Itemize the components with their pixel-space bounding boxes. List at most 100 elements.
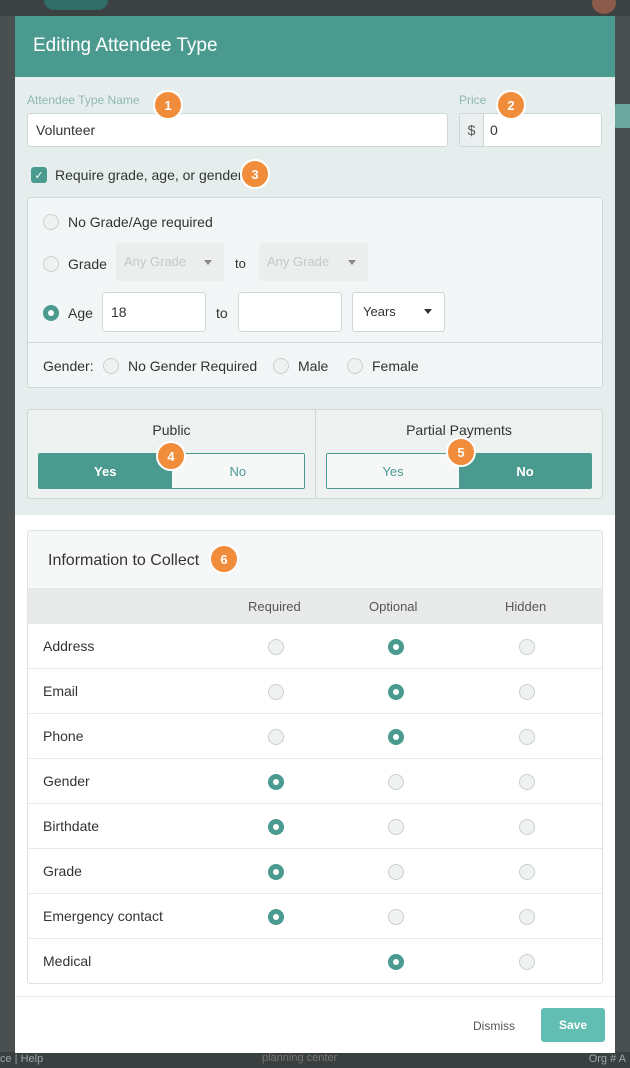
radio-hidden[interactable] <box>519 729 535 745</box>
age-from-input[interactable]: 18 <box>102 292 206 332</box>
gender-label: Gender: <box>43 358 94 374</box>
attendee-type-name-input[interactable]: Volunteer <box>27 113 448 147</box>
grade-to-label: to <box>235 256 246 271</box>
row-label: Gender <box>43 773 90 789</box>
radio-required[interactable] <box>268 639 284 655</box>
radio-optional[interactable] <box>388 684 404 700</box>
chevron-down-icon <box>348 260 356 265</box>
callout-badge-2: 2 <box>496 90 526 120</box>
table-row: Gender <box>28 759 602 804</box>
radio-optional[interactable] <box>388 774 404 790</box>
dismiss-button[interactable]: Dismiss <box>473 1019 515 1033</box>
no-grade-radio[interactable] <box>43 214 59 230</box>
radio-optional[interactable] <box>388 819 404 835</box>
price-input-group[interactable]: $ 0 <box>459 113 602 147</box>
radio-hidden[interactable] <box>519 954 535 970</box>
gender-radio-male[interactable] <box>273 358 289 374</box>
radio-hidden[interactable] <box>519 774 535 790</box>
gender-radio-female[interactable] <box>347 358 363 374</box>
row-label: Grade <box>43 863 82 879</box>
radio-required[interactable] <box>268 684 284 700</box>
table-row: Address <box>28 624 602 669</box>
app-side-button <box>614 104 630 128</box>
grade-radio[interactable] <box>43 256 59 272</box>
require-checkbox-label: Require grade, age, or gender <box>55 167 243 183</box>
row-label: Email <box>43 683 79 699</box>
callout-badge-5: 5 <box>446 437 476 467</box>
radio-hidden[interactable] <box>519 639 535 655</box>
partial-payments-title: Partial Payments <box>406 422 512 438</box>
public-title: Public <box>152 422 191 438</box>
price-input[interactable]: 0 <box>484 114 504 146</box>
public-yes-option[interactable]: Yes <box>39 454 172 488</box>
table-row: Emergency contact <box>28 894 602 939</box>
grade-from-value: Any Grade <box>124 254 187 269</box>
radio-hidden[interactable] <box>519 819 535 835</box>
radio-optional[interactable] <box>388 954 404 970</box>
age-to-input[interactable] <box>238 292 342 332</box>
row-label: Address <box>43 638 95 654</box>
column-optional: Optional <box>369 599 418 614</box>
radio-optional[interactable] <box>388 729 404 745</box>
radio-hidden[interactable] <box>519 684 535 700</box>
grade-label: Grade <box>68 256 107 272</box>
radio-required[interactable] <box>268 909 284 925</box>
callout-badge-6: 6 <box>209 544 239 574</box>
age-unit-value: Years <box>363 304 396 319</box>
radio-required[interactable] <box>268 774 284 790</box>
info-column-headers: Required Optional Hidden <box>28 589 602 624</box>
row-label: Emergency contact <box>43 908 163 924</box>
table-row: Email <box>28 669 602 714</box>
age-label: Age <box>68 305 93 321</box>
radio-optional[interactable] <box>388 639 404 655</box>
app-footer-org: Org # A <box>588 1053 626 1065</box>
grade-from-select[interactable]: Any Grade <box>116 243 224 281</box>
row-label: Phone <box>43 728 84 744</box>
table-row: Phone <box>28 714 602 759</box>
callout-badge-4: 4 <box>156 441 186 471</box>
chevron-down-icon <box>204 260 212 265</box>
grade-to-select[interactable]: Any Grade <box>259 243 368 281</box>
app-footer: ce | Help planning center Org # A <box>0 1052 630 1068</box>
radio-required[interactable] <box>268 864 284 880</box>
app-footer-logo: planning center <box>262 1052 338 1064</box>
column-hidden: Hidden <box>505 599 547 614</box>
chevron-down-icon <box>424 309 432 314</box>
gender-radio-none[interactable] <box>103 358 119 374</box>
public-no-option[interactable]: No <box>171 454 304 488</box>
age-unit-select[interactable]: Years <box>352 292 445 332</box>
gender-none-label: No Gender Required <box>128 358 258 374</box>
radio-required[interactable] <box>268 819 284 835</box>
partial-yes-option[interactable]: Yes <box>327 454 459 488</box>
radio-hidden[interactable] <box>519 909 535 925</box>
name-label: Attendee Type Name <box>27 93 140 107</box>
price-label: Price <box>459 93 487 107</box>
radio-optional[interactable] <box>388 909 404 925</box>
age-to-label: to <box>216 305 228 321</box>
info-card-header: Information to Collect <box>28 531 602 589</box>
gender-male-label: Male <box>298 358 329 374</box>
modal-title: Editing Attendee Type <box>15 16 615 77</box>
divider <box>28 342 602 343</box>
table-row: Grade <box>28 849 602 894</box>
table-row: Birthdate <box>28 804 602 849</box>
require-checkbox[interactable]: ✓ <box>31 167 47 183</box>
radio-optional[interactable] <box>388 864 404 880</box>
grade-to-value: Any Grade <box>267 254 330 269</box>
radio-hidden[interactable] <box>519 864 535 880</box>
radio-required[interactable] <box>268 729 284 745</box>
gender-female-label: Female <box>372 358 419 374</box>
save-button[interactable]: Save <box>541 1008 605 1042</box>
attendee-settings-section: Attendee Type Name 1 Volunteer Price 2 $… <box>15 77 615 515</box>
modal-footer: Dismiss Save <box>15 996 615 1053</box>
avatar <box>592 0 616 14</box>
table-row: Medical <box>28 939 602 983</box>
age-radio[interactable] <box>43 305 59 321</box>
app-header-background <box>0 0 630 16</box>
app-nav-pill <box>44 0 108 10</box>
info-rows: Address Email Phone Gender Birthdate Grade Eme… <box>28 624 602 983</box>
column-required: Required <box>248 599 301 614</box>
partial-no-option[interactable]: No <box>459 454 591 488</box>
edit-attendee-type-modal: Editing Attendee Type Attendee Type Name… <box>15 16 615 1053</box>
callout-badge-3: 3 <box>240 159 270 189</box>
